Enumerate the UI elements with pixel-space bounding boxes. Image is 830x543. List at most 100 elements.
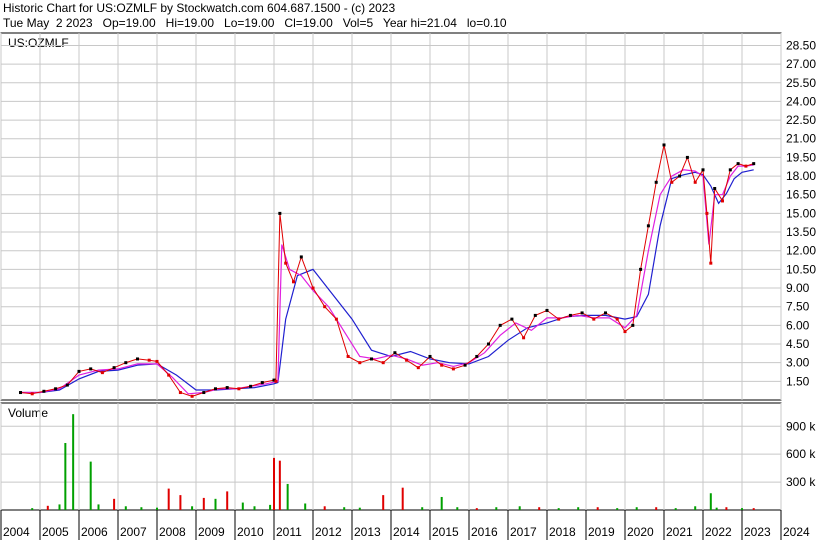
price-point	[463, 363, 467, 367]
price-point	[334, 317, 338, 321]
price-point	[278, 211, 282, 215]
year-tick-label: 2023	[744, 525, 771, 539]
price-point	[451, 367, 455, 371]
price-point	[701, 168, 705, 172]
price-point	[475, 354, 479, 358]
volume-bar	[97, 504, 100, 510]
price-point	[393, 351, 397, 355]
year-tick-label: 2024	[783, 525, 810, 539]
price-point	[522, 336, 526, 340]
price-tick-label: 25.50	[786, 76, 816, 90]
volume-bar	[273, 457, 275, 510]
volume-bar	[286, 483, 289, 510]
price-point	[178, 391, 182, 395]
volume-bar	[214, 498, 217, 510]
price-point	[405, 358, 409, 362]
year-tick-label: 2017	[510, 525, 537, 539]
volume-bar	[382, 495, 385, 510]
volume-bar	[31, 508, 34, 510]
historic-price-chart: US:OZMLF Volume 28.50 27.00 25.50 24.00 22.5…	[0, 32, 816, 540]
price-point	[721, 199, 724, 203]
year-tick-label: 2022	[705, 525, 732, 539]
price-point	[713, 187, 717, 191]
volume-panel-title: Volume	[8, 406, 48, 420]
volume-bar	[358, 507, 361, 510]
year-tick-label: 2020	[627, 525, 654, 539]
price-point	[631, 323, 635, 327]
price-tick-label: 15.00	[786, 206, 816, 220]
volume-bar	[475, 508, 478, 510]
volume-bar	[323, 506, 326, 510]
price-point	[487, 342, 490, 346]
price-point	[615, 317, 619, 321]
year-tick-label: 2008	[159, 525, 186, 539]
volume-bar	[304, 503, 307, 510]
price-point	[428, 354, 432, 358]
year-tick-label: 2006	[81, 525, 108, 539]
price-point	[533, 313, 537, 317]
volume-bar	[715, 507, 718, 510]
price-point	[19, 391, 22, 395]
volume-bar	[278, 460, 281, 510]
price-tick-label: 9.00	[786, 281, 810, 295]
price-tick-label: 6.00	[786, 318, 810, 332]
volume-bar	[725, 507, 728, 510]
price-point	[89, 367, 93, 371]
volume-bar	[709, 493, 712, 510]
price-point	[190, 394, 194, 398]
volume-bar	[253, 506, 256, 510]
price-point	[167, 373, 171, 377]
price-point	[358, 361, 362, 365]
price-tick-label: 19.50	[786, 150, 816, 164]
price-point	[100, 371, 104, 375]
price-tick-label: 10.50	[786, 262, 816, 276]
volume-bar	[752, 508, 755, 510]
volume-bar	[72, 414, 75, 510]
price-point	[274, 379, 278, 383]
grid-lines	[0, 33, 782, 510]
symbol-label: US:OZMLF	[8, 36, 69, 50]
volume-bar	[674, 508, 677, 510]
price-point	[65, 383, 69, 387]
price-tick-label: 22.50	[786, 113, 816, 127]
year-axis-ticks: 2004 2005 2006 2007 2008 2009 2010 2011 2012 2013…	[0, 510, 810, 540]
year-tick-label: 2009	[198, 525, 225, 539]
year-tick-label: 2014	[393, 525, 420, 539]
price-point	[225, 386, 229, 390]
volume-bar	[343, 507, 346, 510]
year-tick-label: 2019	[588, 525, 615, 539]
price-tick-label: 4.50	[786, 337, 810, 351]
price-tick-label: 18.00	[786, 169, 816, 183]
volume-bar	[694, 506, 697, 510]
price-point	[112, 366, 116, 370]
year-tick-label: 2004	[3, 525, 30, 539]
price-point	[124, 361, 128, 365]
price-point	[299, 255, 303, 259]
price-point	[510, 317, 514, 321]
price-point	[416, 366, 420, 370]
price-point	[498, 323, 502, 327]
price-tick-label: 3.00	[786, 356, 810, 370]
price-tick-label: 24.00	[786, 94, 816, 108]
price-point	[639, 267, 643, 271]
price-point	[736, 162, 740, 166]
price-tick-label: 16.50	[786, 188, 816, 202]
price-point	[202, 391, 206, 395]
price-point	[323, 305, 327, 309]
volume-bar	[401, 487, 404, 510]
price-point	[592, 317, 596, 321]
volume-bar	[596, 507, 599, 510]
volume-bar	[616, 508, 619, 510]
volume-bar	[191, 506, 194, 510]
volume-bar	[538, 507, 541, 510]
price-tick-label: 12.00	[786, 244, 816, 258]
year-tick-label: 2018	[549, 525, 576, 539]
volume-bar	[518, 506, 521, 510]
volume-bar	[226, 491, 229, 510]
price-point	[346, 354, 350, 358]
price-point	[709, 261, 713, 265]
price-point	[214, 387, 217, 391]
price-point	[623, 330, 627, 334]
volume-tick-label: 300 k	[786, 475, 816, 489]
volume-bar	[421, 507, 424, 510]
